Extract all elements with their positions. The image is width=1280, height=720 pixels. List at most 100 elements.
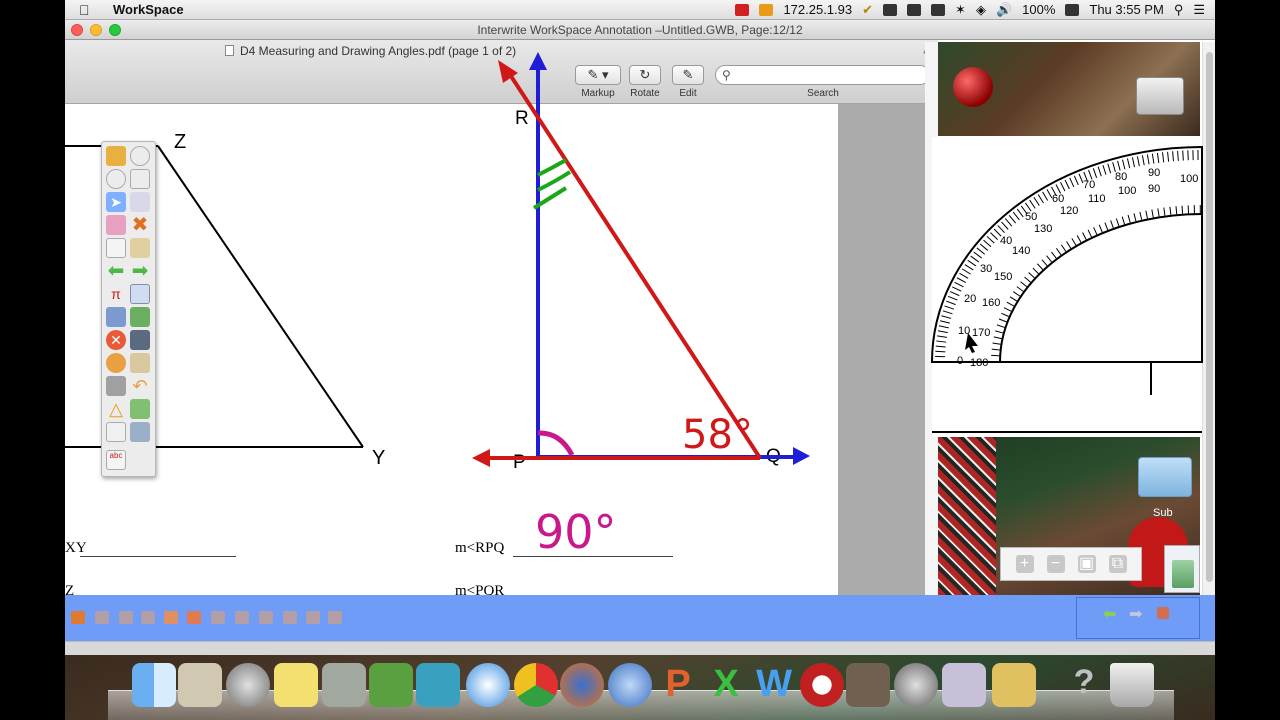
stop-icon[interactable]: ✕ bbox=[106, 330, 126, 350]
rotate-button[interactable]: ↻ bbox=[629, 65, 661, 85]
stickies-icon[interactable] bbox=[274, 663, 318, 707]
tool-icon[interactable] bbox=[235, 611, 249, 624]
capture-icon[interactable] bbox=[187, 611, 201, 624]
launchpad-icon[interactable] bbox=[226, 663, 270, 707]
zoom-button[interactable] bbox=[109, 24, 121, 36]
clipboard-icon[interactable] bbox=[164, 611, 178, 624]
color-palette-icon[interactable] bbox=[106, 146, 126, 166]
key-icon[interactable] bbox=[106, 376, 126, 396]
apple-menu-icon[interactable]:  bbox=[79, 2, 99, 18]
vertical-scrollbar[interactable] bbox=[1202, 42, 1215, 595]
quicktime-icon[interactable] bbox=[608, 663, 652, 707]
previous-page-icon[interactable]: ⬅ bbox=[1103, 604, 1116, 624]
status-icon[interactable] bbox=[759, 3, 774, 16]
powerpoint-icon[interactable]: P bbox=[656, 663, 700, 707]
notification-icon[interactable] bbox=[735, 3, 750, 16]
firefox-icon[interactable] bbox=[560, 663, 604, 707]
tool-icon[interactable] bbox=[283, 611, 297, 624]
math-pi-icon[interactable]: π bbox=[106, 284, 126, 304]
dropbox-icon[interactable] bbox=[907, 3, 922, 16]
calculator-icon[interactable] bbox=[322, 663, 366, 707]
app-menu[interactable]: WorkSpace bbox=[113, 2, 184, 17]
menu-icon[interactable] bbox=[71, 611, 85, 624]
wifi-icon[interactable]: ◈ bbox=[976, 2, 986, 18]
help-icon[interactable]: ? bbox=[1062, 663, 1106, 707]
page-sorter-icon[interactable] bbox=[130, 238, 150, 258]
tool-icon[interactable] bbox=[95, 611, 109, 624]
ruler-icon[interactable] bbox=[130, 353, 150, 373]
scroll-thumb[interactable] bbox=[1206, 52, 1213, 582]
markup-button[interactable]: ✎ ▾ bbox=[575, 65, 621, 85]
bluetooth-icon[interactable]: ✶ bbox=[955, 2, 966, 18]
next-page-icon[interactable]: ➡ bbox=[1129, 604, 1142, 624]
minimize-button[interactable] bbox=[90, 24, 102, 36]
photo-booth-icon[interactable] bbox=[178, 663, 222, 707]
tool-icon[interactable] bbox=[328, 611, 342, 624]
clock-icon[interactable] bbox=[130, 169, 150, 189]
tools-icon[interactable] bbox=[130, 422, 150, 442]
display-icon[interactable] bbox=[883, 3, 898, 16]
battery-icon[interactable] bbox=[1065, 3, 1080, 16]
minus-icon[interactable]: − bbox=[1046, 555, 1065, 573]
folder-label[interactable]: Sub bbox=[1153, 507, 1173, 519]
checkmark-icon[interactable]: ✔ bbox=[862, 3, 873, 16]
shapes-icon[interactable] bbox=[130, 399, 150, 419]
edit-button[interactable]: ✎ bbox=[672, 65, 704, 85]
tool-icon[interactable] bbox=[259, 611, 273, 624]
undo-icon[interactable]: ↶ bbox=[130, 376, 150, 396]
camera-icon[interactable] bbox=[130, 330, 150, 350]
text-tool-icon[interactable]: abc bbox=[106, 450, 126, 470]
hard-drive-icon[interactable] bbox=[1136, 77, 1184, 115]
airplay-icon[interactable] bbox=[931, 3, 946, 16]
pdf-page bbox=[65, 104, 838, 595]
close-button[interactable] bbox=[71, 24, 83, 36]
page-icon[interactable]: ▣ bbox=[1077, 555, 1096, 573]
cps-icon[interactable] bbox=[416, 663, 460, 707]
minimize-toolbox-icon[interactable] bbox=[130, 146, 150, 166]
eraser-icon[interactable] bbox=[106, 215, 126, 235]
new-page-icon[interactable] bbox=[106, 238, 126, 258]
tool-icon[interactable] bbox=[306, 611, 320, 624]
forward-arrow-icon[interactable]: ➡ bbox=[130, 261, 150, 281]
textedit-icon[interactable] bbox=[992, 663, 1036, 707]
page-menu-icon[interactable] bbox=[1157, 607, 1169, 619]
workspace-icon[interactable] bbox=[369, 663, 413, 707]
tool-icon[interactable] bbox=[141, 611, 155, 624]
document-icon[interactable] bbox=[106, 422, 126, 442]
time-machine-icon[interactable] bbox=[800, 663, 844, 707]
delete-x-icon[interactable]: ✖ bbox=[130, 215, 150, 235]
user-icon[interactable] bbox=[106, 353, 126, 373]
fill-in-line-rpq bbox=[513, 556, 673, 557]
table-icon[interactable] bbox=[130, 284, 150, 304]
panel-divider[interactable] bbox=[925, 42, 938, 595]
print-icon[interactable] bbox=[130, 307, 150, 327]
excel-icon[interactable]: X bbox=[704, 663, 748, 707]
safari-icon[interactable] bbox=[466, 663, 510, 707]
clock[interactable]: Thu 3:55 PM bbox=[1089, 2, 1163, 17]
recycle-bin[interactable] bbox=[1164, 545, 1200, 593]
copy-icon[interactable]: ⧉ bbox=[1108, 555, 1127, 573]
battery-percent[interactable]: 100% bbox=[1022, 2, 1055, 17]
trash-icon[interactable] bbox=[1110, 663, 1154, 707]
notification-center-icon[interactable]: ☰ bbox=[1193, 2, 1205, 18]
search-field[interactable]: ⚲ bbox=[715, 65, 930, 85]
screen-border-left bbox=[0, 0, 65, 720]
plus-icon[interactable]: + bbox=[1015, 555, 1034, 573]
photos-icon[interactable] bbox=[942, 663, 986, 707]
spotlight-icon[interactable]: ⚲ bbox=[1174, 2, 1184, 18]
chrome-icon[interactable] bbox=[514, 663, 558, 707]
dropdown-icon[interactable] bbox=[106, 169, 126, 189]
select-pointer-icon[interactable]: ➤ bbox=[106, 192, 126, 212]
tool-icon[interactable] bbox=[119, 611, 133, 624]
pen-icon[interactable] bbox=[130, 192, 150, 212]
tool-icon[interactable] bbox=[211, 611, 225, 624]
system-preferences-icon[interactable] bbox=[894, 663, 938, 707]
save-icon[interactable] bbox=[106, 307, 126, 327]
word-icon[interactable]: W bbox=[752, 663, 796, 707]
bell-icon[interactable]: △ bbox=[106, 399, 126, 419]
image-capture-icon[interactable] bbox=[846, 663, 890, 707]
back-arrow-icon[interactable]: ⬅ bbox=[106, 261, 126, 281]
finder-icon[interactable] bbox=[132, 663, 176, 707]
folder-icon[interactable] bbox=[1138, 457, 1192, 497]
volume-icon[interactable]: 🔊 bbox=[996, 2, 1012, 18]
